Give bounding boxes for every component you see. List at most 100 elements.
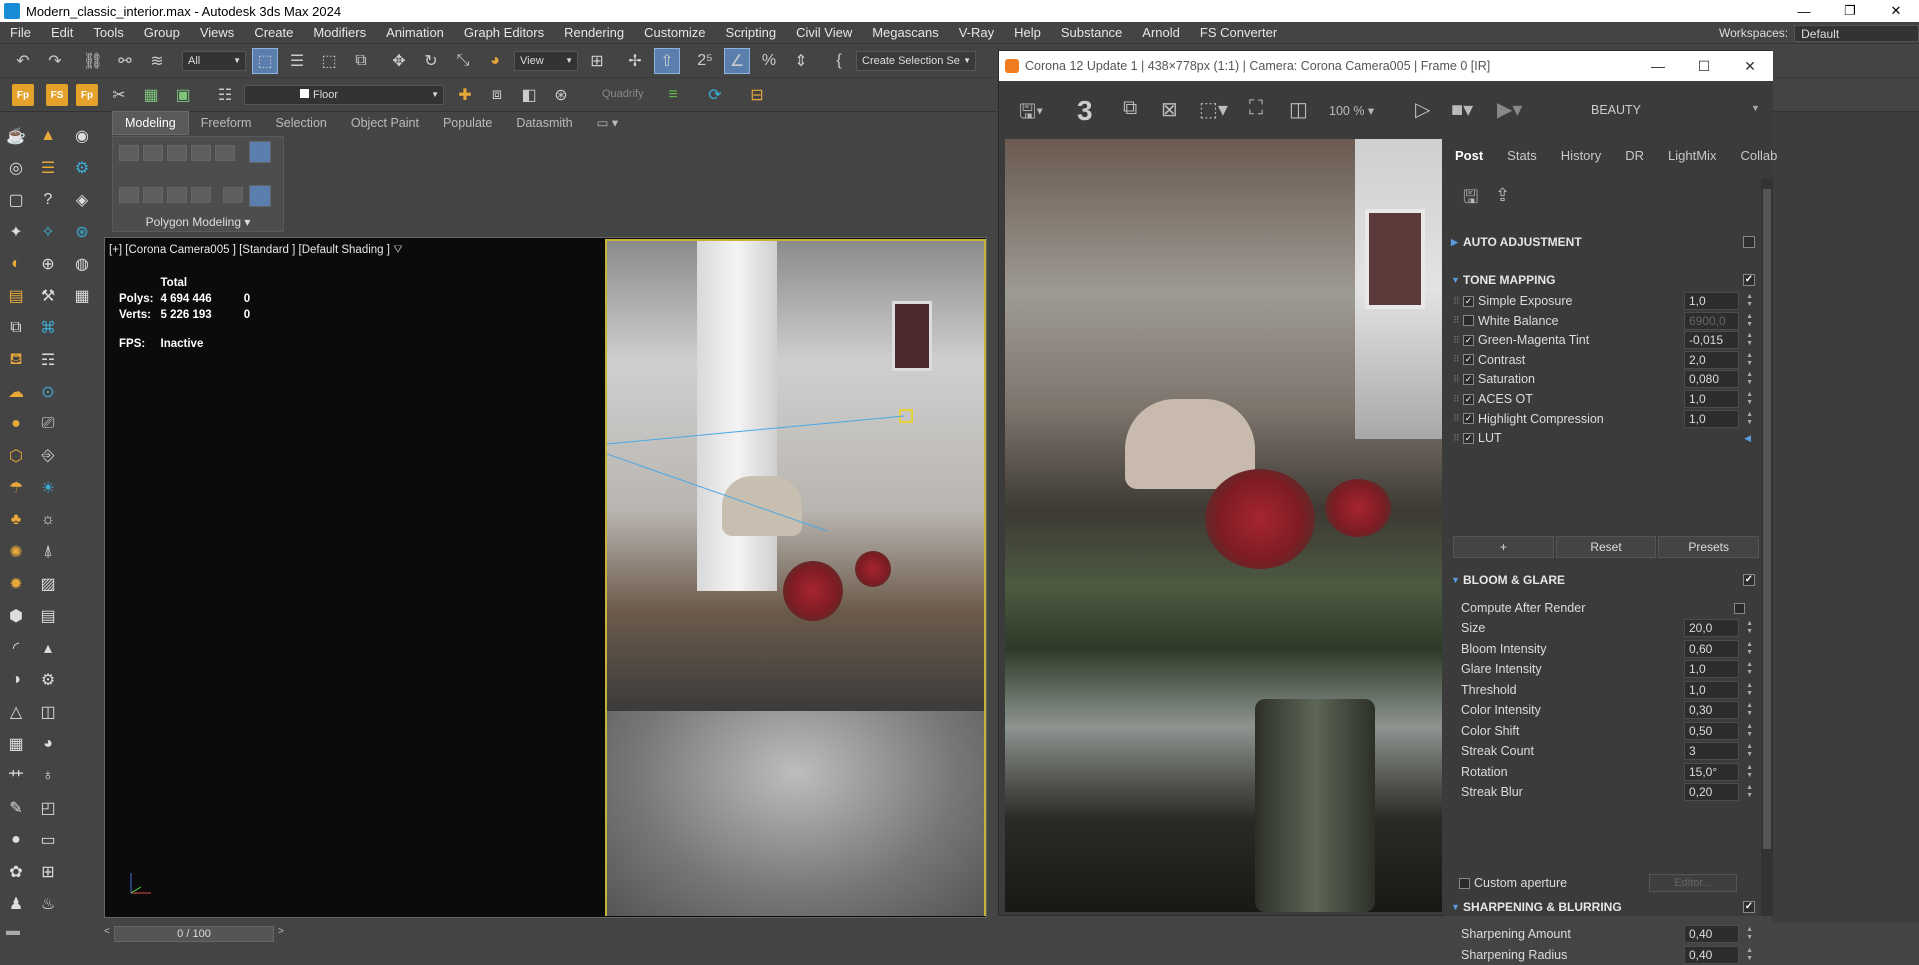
saturation-spinner-icon[interactable]: ▲ ▼ — [1746, 371, 1753, 387]
region-render-icon[interactable]: ⬚▾ — [1199, 97, 1228, 122]
ribbon-options-icon[interactable]: ▭ ▾ — [585, 112, 631, 134]
percent-snap-icon[interactable]: % — [756, 48, 782, 74]
material-editor-icon[interactable]: ◈ — [70, 188, 94, 212]
menu-megascans[interactable]: Megascans — [862, 22, 948, 44]
aces-ot-spinner-icon[interactable]: ▲ ▼ — [1746, 391, 1753, 407]
3dsmax-vfb-icon[interactable]: 3 — [1077, 95, 1093, 127]
add-to-layer-icon[interactable]: ⧈ — [484, 82, 510, 108]
forest-pack-effects-icon[interactable]: Fp — [76, 84, 98, 106]
saturation-input[interactable]: 0,080 — [1684, 370, 1739, 389]
workspaces-dropdown[interactable]: Default — [1794, 24, 1919, 42]
streak-blur-spinner-icon[interactable]: ▲ ▼ — [1746, 784, 1753, 800]
layer-stack-icon[interactable]: ≡ — [660, 82, 686, 108]
render-pass-arrow-icon[interactable]: ▼ — [1751, 103, 1760, 113]
simple-exposure-spinner-icon[interactable]: ▲ ▼ — [1746, 293, 1753, 309]
ribbon-tab-populate[interactable]: Populate — [431, 112, 504, 134]
select-object-icon[interactable]: ⬚ — [252, 48, 278, 74]
drag-handle-icon[interactable]: ⠿ — [1453, 335, 1463, 346]
simple-exposure-checkbox[interactable]: ✓ — [1463, 295, 1474, 307]
simple-exposure-input[interactable]: 1,0 — [1684, 292, 1739, 310]
resume-render-icon[interactable]: ▶▾ — [1497, 97, 1522, 122]
layers-icon[interactable]: ◫ — [36, 700, 60, 724]
save-preset-icon[interactable]: 🖫 — [1463, 185, 1478, 215]
placement-icon[interactable]: ◕ — [482, 48, 508, 74]
color-intensity-spinner-icon[interactable]: ▲ ▼ — [1746, 702, 1753, 718]
reset-button[interactable]: Reset — [1555, 536, 1657, 558]
menu-animation[interactable]: Animation — [376, 22, 454, 44]
tab-dr[interactable]: DR — [1613, 139, 1656, 173]
scene-explorer-tools-icon[interactable]: ✂ — [106, 82, 132, 108]
time-slider[interactable]: 0 / 100 — [114, 926, 274, 942]
auto-adjustment-checkbox[interactable] — [1743, 236, 1755, 248]
sharpening-blurring-checkbox[interactable]: ✓ — [1743, 901, 1755, 913]
keyboard-shortcut-override-icon[interactable]: ⇧ — [654, 48, 680, 74]
sky-icon[interactable]: ✹ — [4, 572, 28, 596]
angle-snap-icon[interactable]: ∠ — [724, 48, 750, 74]
aperture-editor-button[interactable]: Editor... — [1649, 874, 1737, 892]
maximize-button[interactable]: ❐ — [1827, 0, 1873, 22]
pivot-center-icon[interactable]: ⊞ — [584, 48, 610, 74]
tone-mapping-checkbox[interactable]: ✓ — [1743, 274, 1755, 286]
panel-scrollbar-thumb[interactable] — [1763, 189, 1771, 849]
menu-vray[interactable]: V-Ray — [949, 22, 1004, 44]
mushroom-icon[interactable]: ☂ — [4, 476, 28, 500]
menu-substance[interactable]: Substance — [1051, 22, 1132, 44]
menu-rendering[interactable]: Rendering — [554, 22, 634, 44]
menu-edit[interactable]: Edit — [41, 22, 83, 44]
presets-button[interactable]: Presets — [1658, 536, 1760, 558]
measure-icon[interactable]: △ — [4, 700, 28, 724]
scale-icon[interactable]: ⤡ — [450, 48, 476, 74]
list-icon[interactable]: ☰ — [36, 156, 60, 180]
render-setup-icon[interactable]: ⚙ — [70, 156, 94, 180]
vertex-icon[interactable] — [119, 145, 139, 161]
scene-explorer-icon[interactable]: ▦ — [138, 82, 164, 108]
ribbon-tab-selection[interactable]: Selection — [263, 112, 338, 134]
movie-camera-icon[interactable]: ⎆ — [36, 444, 60, 468]
drag-handle-icon[interactable]: ⠿ — [1453, 354, 1463, 365]
corona-maximize-button[interactable]: ☐ — [1681, 51, 1727, 81]
timeline-next-icon[interactable]: > — [278, 926, 284, 937]
lut-checkbox[interactable]: ✓ — [1463, 432, 1474, 444]
helper-icon[interactable]: ✧ — [36, 220, 60, 244]
render-play-icon[interactable]: ▷ — [1415, 97, 1430, 122]
menu-graph-editors[interactable]: Graph Editors — [454, 22, 554, 44]
bulb-icon[interactable]: ☀ — [36, 476, 60, 500]
close-button[interactable]: ✕ — [1873, 0, 1919, 22]
custom-aperture-checkbox[interactable] — [1459, 877, 1470, 889]
light-icon[interactable]: ✦ — [4, 220, 28, 244]
collapse-stack-icon[interactable] — [249, 185, 271, 207]
size-spinner-icon[interactable]: ▲ ▼ — [1746, 620, 1753, 636]
highlight-compression-checkbox[interactable]: ✓ — [1463, 413, 1474, 425]
sharpening-radius-input[interactable]: 0,40 — [1684, 945, 1739, 964]
threshold-spinner-icon[interactable]: ▲ ▼ — [1746, 682, 1753, 698]
menu-tools[interactable]: Tools — [83, 22, 133, 44]
tree-icon[interactable]: ♣ — [4, 508, 28, 532]
rotate-icon[interactable]: ↻ — [418, 48, 444, 74]
camera-icon[interactable]: ◉ — [70, 124, 94, 148]
polygon-icon[interactable] — [191, 145, 211, 161]
size-input[interactable]: 20,0 — [1684, 619, 1739, 637]
ribbon-tab-object-paint[interactable]: Object Paint — [339, 112, 431, 134]
utilities-icon[interactable]: ⚒ — [36, 284, 60, 308]
help-icon[interactable]: ? — [36, 188, 60, 212]
curve-icon[interactable]: ◜ — [4, 636, 28, 660]
menu-help[interactable]: Help — [1004, 22, 1051, 44]
forest-pack-icon[interactable]: Fp — [12, 84, 34, 106]
saturation-checkbox[interactable]: ✓ — [1463, 373, 1474, 385]
color-shift-spinner-icon[interactable]: ▲ ▼ — [1746, 723, 1753, 739]
preview-multi-icon[interactable] — [191, 187, 211, 203]
drag-handle-icon[interactable]: ⠿ — [1453, 296, 1463, 307]
window-icon[interactable]: ◰ — [36, 796, 60, 820]
auto-adjustment-header[interactable]: ▶ AUTO ADJUSTMENT — [1451, 231, 1759, 253]
sun-icon[interactable]: ☼ — [36, 508, 60, 532]
viewport[interactable]: [+] [Corona Camera005 ] [Standard ] [Def… — [104, 237, 987, 918]
undo-icon[interactable]: ↶ — [10, 48, 36, 74]
geosphere-icon[interactable]: ⬡ — [4, 444, 28, 468]
menu-civil-view[interactable]: Civil View — [786, 22, 862, 44]
window-crossing-icon[interactable]: ⧉ — [348, 48, 374, 74]
box-icon[interactable]: ▢ — [4, 188, 28, 212]
glare-intensity-spinner-icon[interactable]: ▲ ▼ — [1746, 661, 1753, 677]
torus-icon[interactable]: ◎ — [4, 156, 28, 180]
rotation-spinner-icon[interactable]: ▲ ▼ — [1746, 764, 1753, 780]
hierarchy-icon[interactable]: ⊕ — [36, 252, 60, 276]
